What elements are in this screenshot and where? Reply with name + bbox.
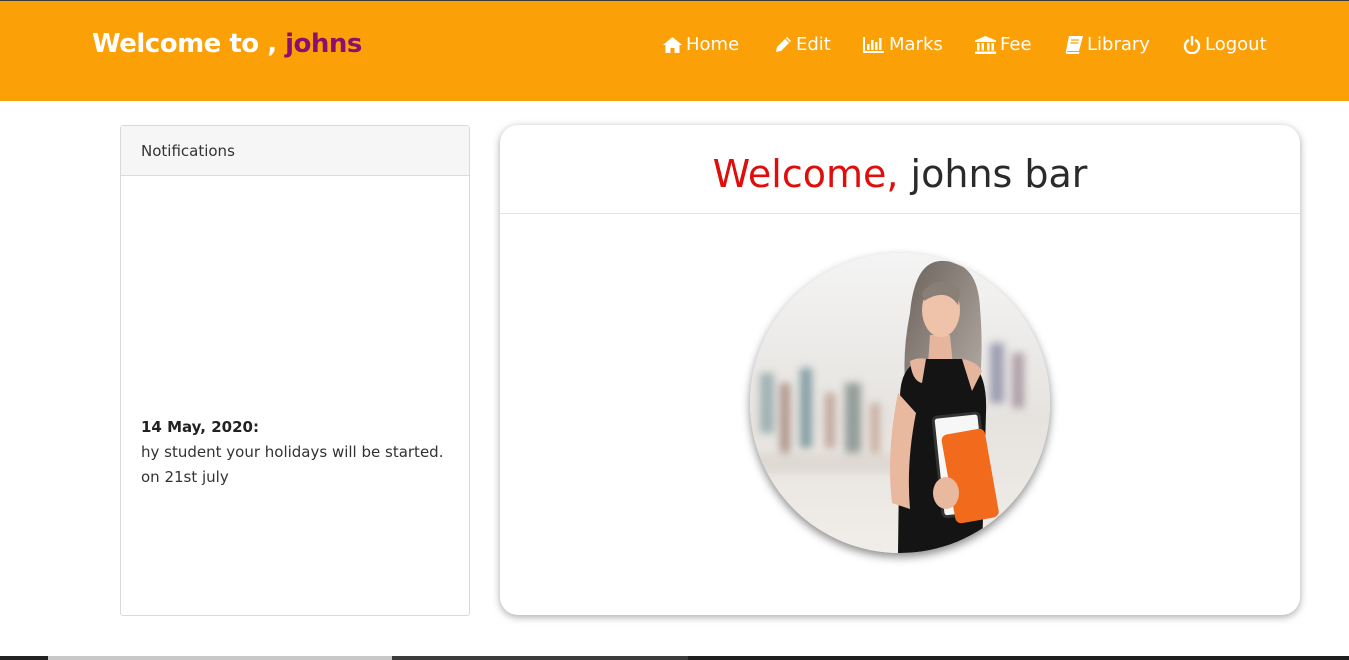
nav-label-marks: Marks (889, 34, 943, 55)
top-navbar: Welcome to , johns Home Edit Marks Fee L… (0, 0, 1349, 101)
nav-item-edit[interactable]: Edit (775, 34, 831, 55)
notification-text: hy student your holidays will be started… (141, 443, 444, 486)
power-icon (1183, 35, 1201, 54)
nav-item-library[interactable]: Library (1065, 34, 1150, 55)
notifications-header: Notifications (121, 126, 469, 176)
bar-chart-icon (863, 36, 885, 53)
nav-item-marks[interactable]: Marks (863, 34, 943, 55)
nav-item-logout[interactable]: Logout (1183, 34, 1267, 55)
nav-item-fee[interactable]: Fee (975, 34, 1032, 55)
nav-menu: Home Edit Marks Fee Library Logout (0, 34, 1349, 60)
welcome-heading: Welcome, johns bar (500, 125, 1300, 214)
welcome-greeting: Welcome, (712, 152, 911, 196)
student-photo (750, 253, 1050, 553)
notifications-panel: Notifications 14 May, 2020: hy student y… (120, 125, 470, 616)
student-avatar (750, 253, 1050, 553)
bottom-strip (0, 656, 1349, 660)
nav-label-edit: Edit (796, 34, 831, 55)
nav-label-fee: Fee (1000, 34, 1032, 55)
welcome-card: Welcome, johns bar (500, 125, 1300, 615)
nav-item-home[interactable]: Home (663, 34, 739, 55)
nav-label-logout: Logout (1205, 34, 1267, 55)
pencil-icon (775, 36, 792, 53)
nav-label-library: Library (1087, 34, 1150, 55)
notification-date: 14 May, 2020: (141, 418, 259, 436)
bank-icon (975, 35, 996, 54)
notification-item: 14 May, 2020: hy student your holidays w… (141, 415, 461, 490)
book-icon (1065, 35, 1083, 54)
student-name: johns bar (910, 152, 1088, 196)
home-icon (663, 36, 682, 53)
nav-label-home: Home (686, 34, 740, 55)
